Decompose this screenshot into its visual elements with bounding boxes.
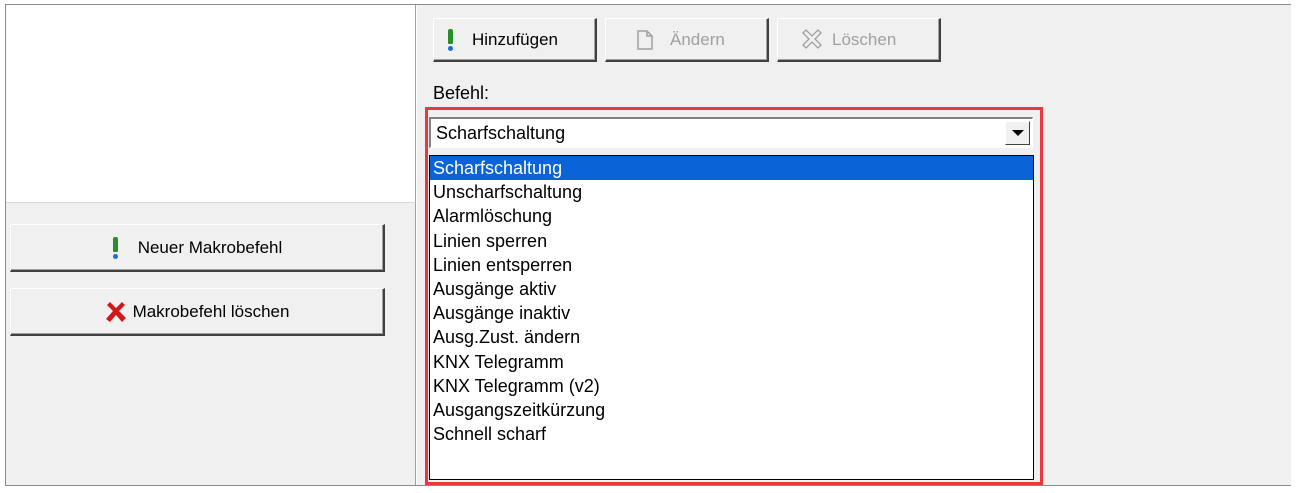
edit-button[interactable]: Ändern xyxy=(605,18,769,62)
new-macro-button[interactable]: Neuer Makrobefehl xyxy=(10,224,385,272)
command-select-value: Scharfschaltung xyxy=(436,123,566,143)
delete-macro-label: Makrobefehl löschen xyxy=(132,301,290,321)
option-item[interactable]: Scharfschaltung xyxy=(430,156,1033,181)
command-label: Befehl: xyxy=(433,83,490,103)
delete-macro-button[interactable]: Makrobefehl löschen xyxy=(10,288,385,336)
edit-button-label: Ändern xyxy=(670,29,725,49)
command-options-list[interactable]: Scharfschaltung Unscharfschaltung Alarml… xyxy=(429,155,1034,480)
option-item[interactable]: Schnell scharf xyxy=(430,422,1033,446)
option-item[interactable]: Ausgangszeitkürzung xyxy=(430,398,1033,422)
exclamation-icon xyxy=(447,28,453,51)
chevron-down-icon xyxy=(1011,130,1024,136)
option-item[interactable]: Ausgänge inaktiv xyxy=(430,301,1033,325)
dropdown-button[interactable] xyxy=(1005,121,1030,145)
red-x-icon xyxy=(105,301,126,322)
option-item[interactable]: KNX Telegramm (v2) xyxy=(430,374,1033,398)
add-button[interactable]: Hinzufügen xyxy=(433,18,597,62)
option-item[interactable]: Ausg.Zust. ändern xyxy=(430,325,1033,349)
add-button-label: Hinzufügen xyxy=(472,29,559,49)
document-icon xyxy=(637,29,653,50)
macro-list-area[interactable] xyxy=(6,5,416,203)
command-select[interactable]: Scharfschaltung xyxy=(429,117,1033,148)
new-macro-label: Neuer Makrobefehl xyxy=(137,237,283,257)
option-item[interactable]: Linien entsperren xyxy=(430,253,1033,277)
delete-button[interactable]: Löschen xyxy=(777,18,941,62)
delete-button-label: Löschen xyxy=(832,29,897,49)
option-item[interactable]: KNX Telegramm xyxy=(430,350,1033,374)
option-item[interactable]: Unscharfschaltung xyxy=(430,180,1033,204)
exclamation-icon xyxy=(112,236,118,259)
option-item[interactable]: Ausgänge aktiv xyxy=(430,277,1033,301)
option-item[interactable]: Alarmlöschung xyxy=(430,204,1033,228)
x-outline-icon xyxy=(802,28,822,49)
option-item[interactable]: Linien sperren xyxy=(430,229,1033,253)
